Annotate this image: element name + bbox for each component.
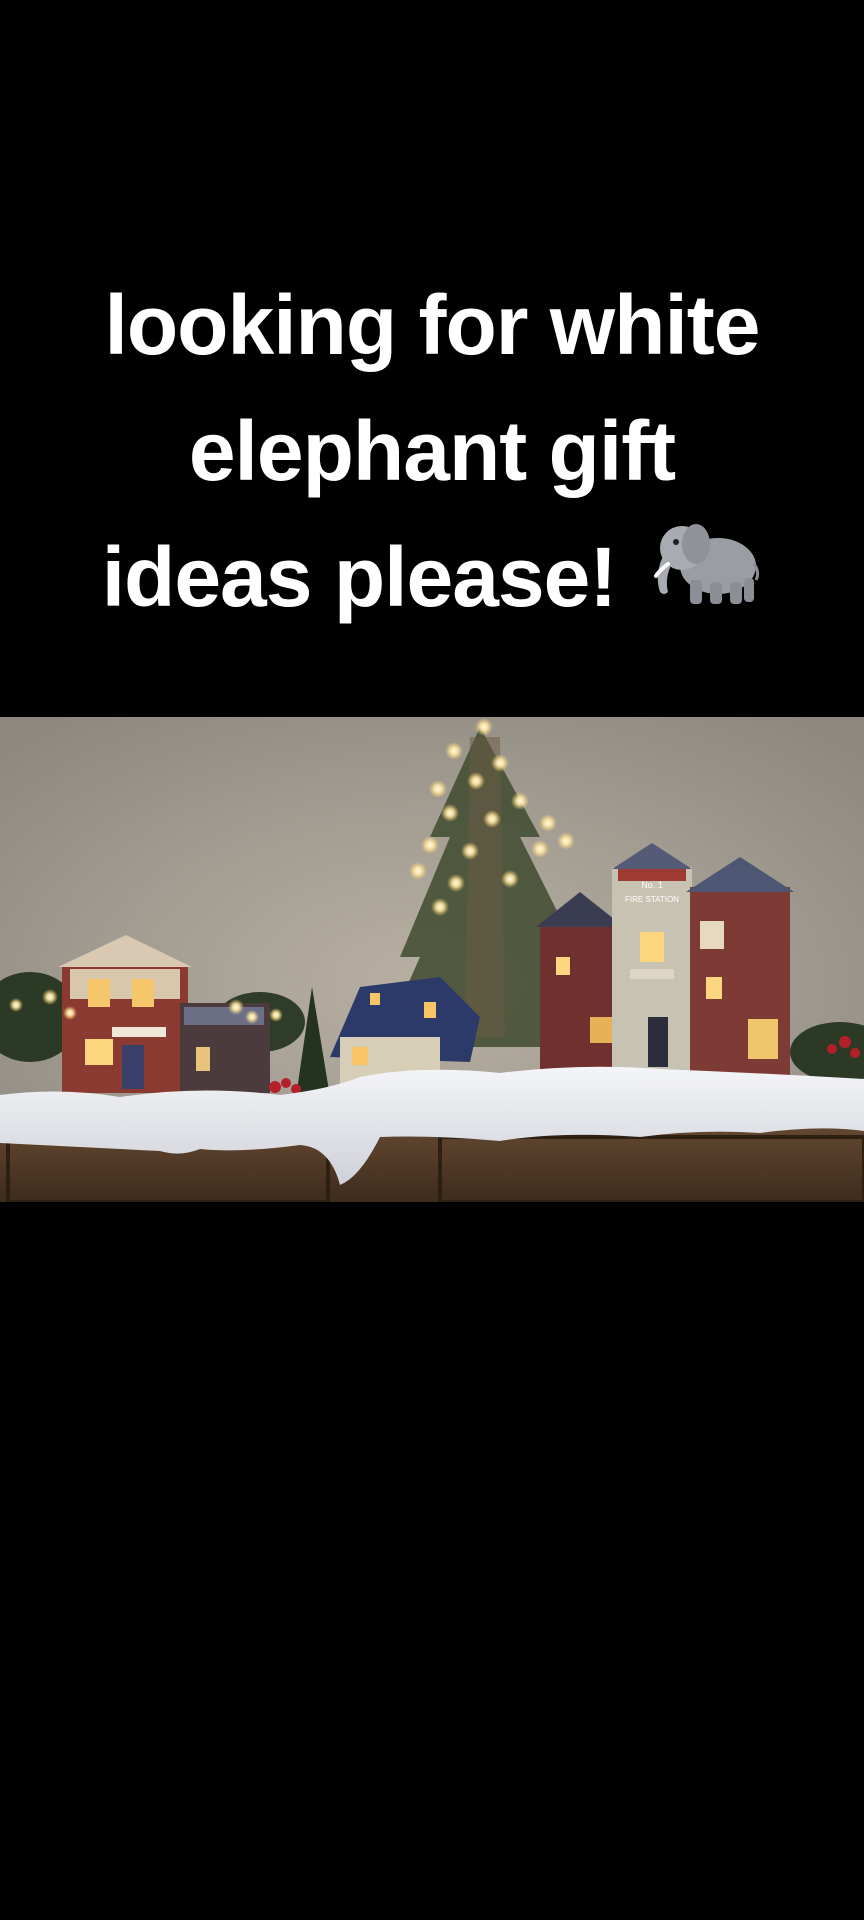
video-frame: No. 1 FIRE STATION [0, 717, 864, 1202]
caption-line-2: elephant gift [188, 404, 676, 498]
elephant-icon [650, 514, 762, 640]
caption-line-3-text: ideas please! [101, 530, 618, 624]
christmas-village-scene: No. 1 FIRE STATION [0, 717, 864, 1202]
caption-line-1: looking for white [104, 278, 761, 372]
sign-station: FIRE STATION [625, 895, 679, 904]
sign-no1: No. 1 [641, 880, 663, 890]
caption-text: looking for white elephant gift ideas pl… [0, 262, 864, 640]
caption-line-3: ideas please! [0, 514, 864, 640]
